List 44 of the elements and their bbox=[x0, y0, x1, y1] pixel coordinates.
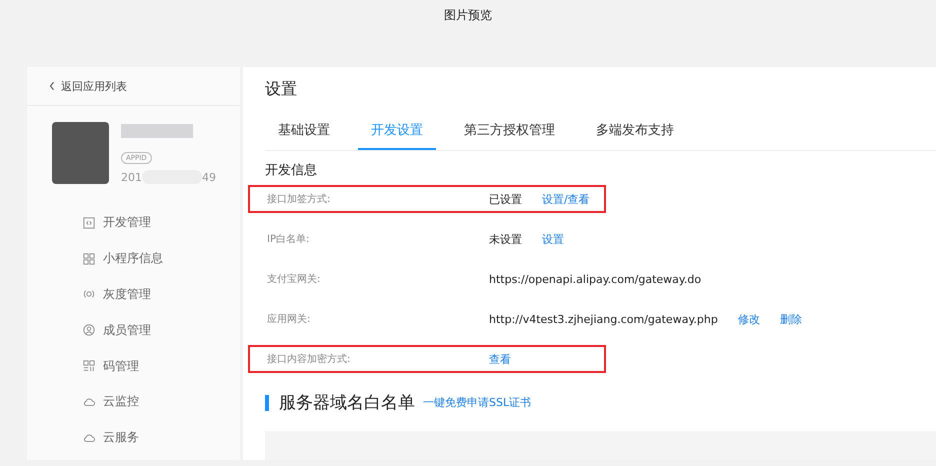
appid-end: 49 bbox=[202, 170, 216, 184]
field-value: http://v4test3.zjhejiang.com/gateway.php bbox=[489, 312, 718, 326]
field-label: 支付宝网关: bbox=[267, 272, 322, 286]
accent-bar bbox=[265, 394, 269, 411]
tab[interactable]: 多端发布支持 bbox=[583, 120, 687, 148]
qr-code-icon bbox=[83, 360, 95, 372]
field-value: 未设置 bbox=[489, 232, 522, 247]
page-title: 设置 bbox=[265, 79, 298, 100]
tab[interactable]: 开发设置 bbox=[358, 120, 436, 150]
sidebar-item[interactable]: 云服务 bbox=[27, 420, 240, 456]
code-icon bbox=[83, 216, 95, 229]
back-link[interactable]: 返回应用列表 bbox=[27, 67, 240, 106]
photo-placeholder bbox=[52, 122, 109, 184]
field-label: 接口加签方式: bbox=[267, 192, 332, 206]
sidebar-item[interactable]: 开发管理 bbox=[27, 205, 240, 241]
action-link[interactable]: 删除 bbox=[780, 312, 802, 327]
sidebar-item[interactable]: 成员管理 bbox=[27, 312, 240, 348]
field-label: 接口内容加密方式: bbox=[267, 352, 352, 366]
field-value: 已设置 bbox=[489, 192, 522, 207]
signal-icon bbox=[83, 288, 95, 300]
chevron-left-icon bbox=[49, 81, 55, 91]
sidebar-item[interactable]: 小程序信息 bbox=[27, 240, 240, 277]
window-title: 图片预览 bbox=[444, 7, 492, 23]
sidebar-item[interactable]: 码管理 bbox=[27, 348, 240, 384]
field-value: https://openapi.alipay.com/gateway.do bbox=[489, 272, 702, 286]
action-link[interactable]: 修改 bbox=[738, 312, 760, 327]
action-link[interactable]: 设置/查看 bbox=[542, 192, 590, 207]
sidebar-item[interactable]: 云监控 bbox=[27, 384, 240, 420]
tab[interactable]: 基础设置 bbox=[265, 120, 343, 148]
user-icon bbox=[83, 324, 95, 336]
action-link[interactable]: 查看 bbox=[489, 352, 511, 367]
grid-icon bbox=[83, 252, 95, 265]
appid-start: 201 bbox=[121, 170, 142, 184]
blurred-name bbox=[121, 124, 193, 138]
section-heading: 开发信息 bbox=[265, 162, 318, 180]
cloud-icon bbox=[83, 432, 95, 444]
field-label: 应用网关: bbox=[267, 312, 312, 326]
sidebar-item[interactable]: 灰度管理 bbox=[27, 276, 240, 312]
cloud-icon bbox=[83, 396, 95, 408]
section-heading: 服务器域名白名单 bbox=[279, 392, 415, 414]
field-label: IP白名单: bbox=[267, 232, 310, 246]
ssl-link[interactable]: 一键免费申请SSL证书 bbox=[423, 395, 532, 410]
action-link[interactable]: 设置 bbox=[542, 232, 564, 247]
tab[interactable]: 第三方授权管理 bbox=[451, 120, 568, 148]
